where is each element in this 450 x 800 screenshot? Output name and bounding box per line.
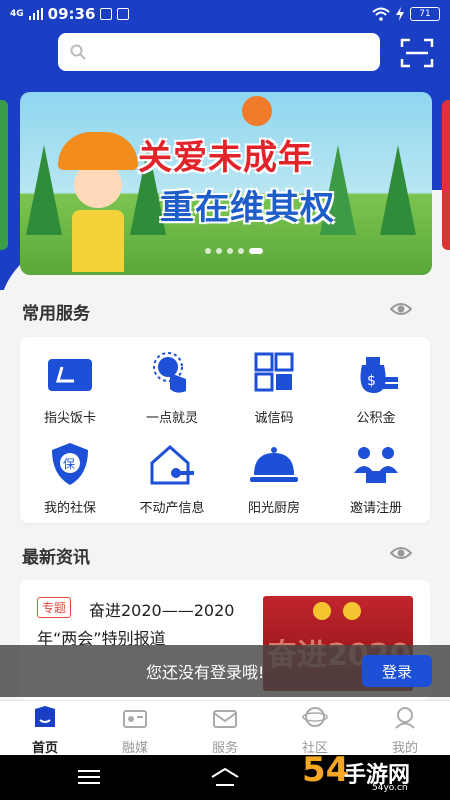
news-tag: 专题 bbox=[37, 597, 72, 618]
next-banner-peek[interactable] bbox=[442, 100, 450, 250]
login-button[interactable]: 登录 bbox=[362, 655, 432, 687]
service-card-tap[interactable]: 一点就灵 bbox=[122, 351, 222, 431]
services-grid: 指尖饭卡 一点就灵 诚信码 $ 公积金 保 我的社保 不动产信息 阳光厨房 邀请… bbox=[20, 337, 430, 523]
search-bar[interactable] bbox=[58, 33, 380, 71]
home-icon bbox=[35, 706, 55, 727]
bottom-tab-bar: 首页 融媒 服务 社区 我的 bbox=[0, 700, 450, 756]
service-label: 不动产信息 bbox=[139, 501, 205, 516]
banner-illustration-girl bbox=[58, 132, 138, 272]
eye-icon[interactable] bbox=[390, 542, 412, 564]
status-bar: 4G 09:36 71 bbox=[0, 0, 450, 28]
mail-icon bbox=[213, 710, 237, 728]
service-card-property[interactable]: 不动产信息 bbox=[122, 441, 222, 521]
profile-icon bbox=[395, 707, 415, 729]
network-label: 4G bbox=[10, 8, 24, 19]
service-label: 我的社保 bbox=[43, 501, 96, 516]
media-icon bbox=[123, 710, 147, 728]
shield-icon: 保 bbox=[52, 443, 88, 485]
svg-text:$: $ bbox=[367, 373, 376, 389]
scan-icon[interactable] bbox=[400, 38, 434, 68]
community-icon bbox=[302, 707, 328, 727]
banner-carousel[interactable]: 关爱未成年 重在维其权 bbox=[20, 92, 432, 275]
carousel-dot bbox=[205, 248, 211, 254]
service-label: 指尖饭卡 bbox=[43, 411, 96, 426]
service-label: 诚信码 bbox=[254, 411, 294, 426]
wifi-icon bbox=[372, 7, 390, 21]
service-card-meal[interactable]: 指尖饭卡 bbox=[20, 351, 120, 431]
service-label: 一点就灵 bbox=[145, 411, 198, 426]
login-prompt-message: 您还没有登录哦! bbox=[146, 663, 265, 682]
people-icon bbox=[354, 447, 398, 483]
service-label: 阳光厨房 bbox=[247, 501, 300, 516]
search-icon bbox=[70, 44, 86, 60]
money-bag-icon: $ bbox=[360, 357, 398, 393]
banner-tree bbox=[26, 145, 62, 235]
carousel-indicator bbox=[205, 248, 263, 254]
banner-tree bbox=[380, 145, 416, 235]
tab-media[interactable]: 融媒 bbox=[105, 705, 165, 756]
battery-level: 71 bbox=[419, 9, 431, 19]
status-time: 09:36 bbox=[47, 5, 96, 23]
tab-label: 首页 bbox=[31, 741, 58, 756]
cloche-icon bbox=[250, 447, 298, 482]
signal-icon bbox=[28, 8, 43, 20]
tab-label: 服务 bbox=[211, 741, 238, 756]
eye-icon[interactable] bbox=[390, 298, 412, 320]
carousel-dot bbox=[238, 248, 244, 254]
service-card-fund[interactable]: $ 公积金 bbox=[326, 351, 426, 431]
qrcode-icon bbox=[254, 352, 294, 392]
service-card-invite[interactable]: 邀请注册 bbox=[326, 441, 426, 521]
service-card-kitchen[interactable]: 阳光厨房 bbox=[224, 441, 324, 521]
svg-text:保: 保 bbox=[63, 457, 75, 471]
nav-home-icon[interactable] bbox=[210, 767, 240, 787]
news-section-title: 最新资讯 bbox=[22, 548, 90, 568]
watermark-url: 54yo.cn bbox=[372, 783, 408, 793]
tab-service[interactable]: 服务 bbox=[195, 705, 255, 756]
tab-home[interactable]: 首页 bbox=[15, 705, 75, 756]
carousel-dot bbox=[216, 248, 222, 254]
login-prompt-bar: 您还没有登录哦! 登录 bbox=[0, 645, 450, 697]
service-card-credit[interactable]: 诚信码 bbox=[224, 351, 324, 431]
banner-headline-2: 重在维其权 bbox=[160, 188, 335, 228]
tab-label: 我的 bbox=[391, 741, 418, 756]
service-label: 邀请注册 bbox=[349, 501, 402, 516]
service-card-social-security[interactable]: 保 我的社保 bbox=[20, 441, 120, 521]
menu-icon[interactable] bbox=[78, 769, 100, 785]
carousel-dot bbox=[227, 248, 233, 254]
house-key-icon bbox=[150, 444, 194, 485]
services-section-title: 常用服务 bbox=[22, 304, 90, 324]
tab-label: 融媒 bbox=[121, 741, 148, 756]
watermark-number: 54 bbox=[302, 750, 350, 790]
banner-sun bbox=[242, 96, 272, 126]
prev-banner-peek[interactable] bbox=[0, 100, 8, 250]
tab-community[interactable]: 社区 bbox=[285, 705, 345, 756]
carousel-dot-active bbox=[249, 248, 263, 254]
battery-indicator: 71 bbox=[410, 7, 440, 21]
banner-headline-1: 关爱未成年 bbox=[138, 138, 313, 178]
emblem-icon bbox=[313, 602, 331, 620]
card-icon bbox=[48, 359, 92, 391]
tap-icon bbox=[153, 352, 186, 393]
tab-mine[interactable]: 我的 bbox=[375, 705, 435, 756]
notification-icon bbox=[100, 8, 113, 20]
service-label: 公积金 bbox=[356, 411, 396, 426]
emblem-icon bbox=[343, 602, 361, 620]
search-input[interactable] bbox=[94, 33, 380, 71]
charging-icon bbox=[396, 7, 404, 21]
app-notice-icon bbox=[117, 8, 130, 20]
